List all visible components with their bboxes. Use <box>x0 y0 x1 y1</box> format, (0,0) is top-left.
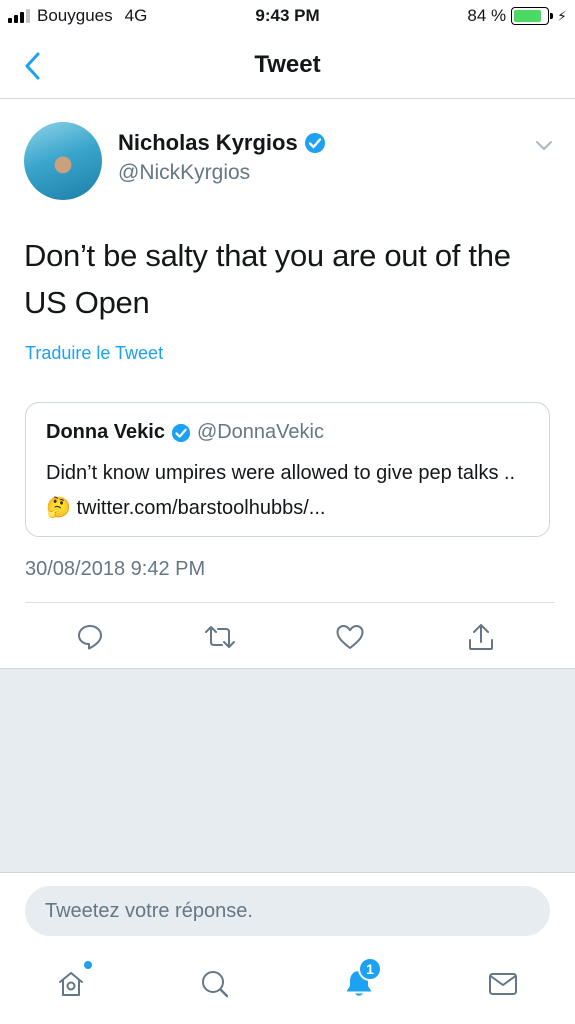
retweet-button[interactable] <box>200 617 240 657</box>
chevron-down-icon <box>536 141 552 150</box>
author-name: Nicholas Kyrgios <box>118 130 298 155</box>
retweet-icon <box>205 626 235 648</box>
page-title: Tweet <box>254 51 321 78</box>
tab-home[interactable] <box>48 961 94 1007</box>
quoted-author-handle: @DonnaVekic <box>196 421 324 443</box>
heart-icon <box>336 625 364 649</box>
status-right: 84 % ⚡ <box>467 6 567 26</box>
reply-bar: Tweetez votre réponse. 1 <box>0 872 575 1024</box>
share-button[interactable] <box>461 617 501 657</box>
tweet-text: Don’t be salty that you are out of the U… <box>24 238 511 320</box>
quoted-author-name: Donna Vekic <box>46 421 165 443</box>
home-icon <box>59 972 83 996</box>
tweet-actions <box>0 617 575 657</box>
tab-bar: 1 <box>0 957 575 1011</box>
search-icon <box>202 971 229 998</box>
new-content-dot <box>84 961 92 969</box>
tweet-menu-button[interactable] <box>535 139 553 157</box>
messages-icon <box>489 973 517 995</box>
notification-badge: 1 <box>358 957 382 981</box>
tab-messages[interactable] <box>480 961 526 1007</box>
tab-search[interactable] <box>192 961 238 1007</box>
reply-input[interactable]: Tweetez votre réponse. <box>25 886 550 936</box>
battery-fill <box>514 10 542 22</box>
tweet-detail: Nicholas Kyrgios @NickKyrgios Don’t be s… <box>0 99 575 669</box>
status-bar: Bouygues 4G 9:43 PM 84 % ⚡ <box>0 0 575 34</box>
battery-percent: 84 % <box>467 6 507 25</box>
like-button[interactable] <box>330 617 370 657</box>
verified-icon <box>304 133 325 153</box>
verified-icon <box>171 423 191 442</box>
tweet-timestamp: 30/08/2018 9:42 PM <box>25 558 206 580</box>
reply-button[interactable] <box>70 617 110 657</box>
author-block[interactable]: Nicholas Kyrgios @NickKyrgios <box>118 130 326 185</box>
translate-link[interactable]: Traduire le Tweet <box>25 343 163 364</box>
battery-icon <box>511 7 554 25</box>
quoted-tweet[interactable]: Donna Vekic @DonnaVekic Didn’t know umpi… <box>25 402 550 537</box>
author-handle: @NickKyrgios <box>118 161 251 184</box>
reply-icon <box>78 625 102 650</box>
charging-icon: ⚡ <box>557 7 567 24</box>
author-name-row: Nicholas Kyrgios <box>118 130 326 156</box>
divider <box>25 602 555 603</box>
nav-bar: Tweet <box>0 34 575 99</box>
quoted-text: Didn’t know umpires were allowed to give… <box>46 462 516 519</box>
share-icon <box>469 624 493 650</box>
avatar[interactable] <box>24 122 102 200</box>
quoted-author-row: Donna Vekic @DonnaVekic <box>46 421 324 444</box>
tab-notifications[interactable]: 1 <box>336 957 382 1007</box>
